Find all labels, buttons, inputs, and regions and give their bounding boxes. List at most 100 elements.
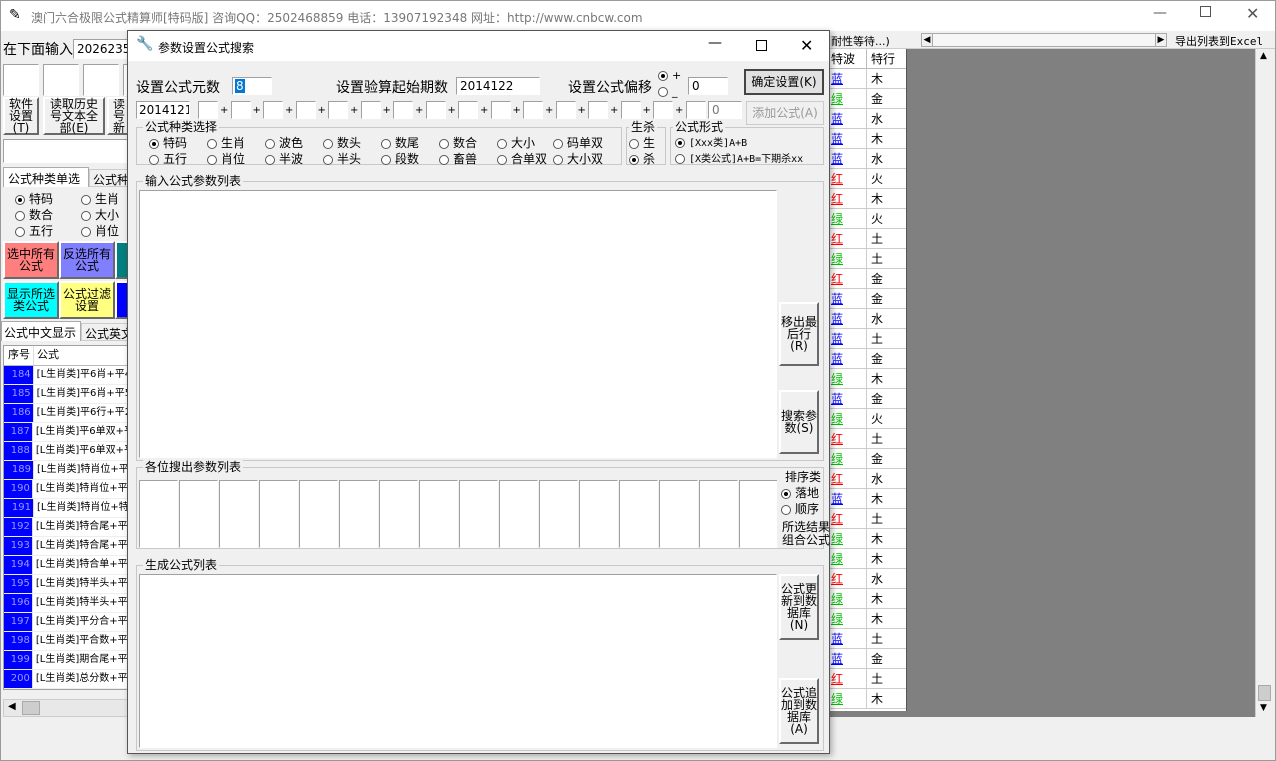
table-row[interactable]: 196 [L生肖类]特半头+平2	[4, 594, 130, 613]
left-hscrollbar[interactable]: ◀	[3, 699, 131, 717]
export-excel-button[interactable]: 导出列表到Excel	[1175, 33, 1263, 49]
move-out-last-button[interactable]: 移出最后行(R)	[779, 302, 819, 366]
tab-chinese-display[interactable]: 公式中文显示	[1, 321, 81, 341]
param-input[interactable]	[230, 101, 251, 119]
radio-wuxing[interactable]: 五行	[15, 223, 53, 239]
table-row[interactable]: 198 [L生肖类]平合数+平1	[4, 632, 130, 651]
result-column[interactable]	[219, 480, 258, 548]
table-row[interactable]: 197 [L生肖类]平分合+平3	[4, 613, 130, 632]
software-settings-button[interactable]: 软件设置(T)	[3, 97, 39, 135]
table-row[interactable]: 194 [L生肖类]特合单+平1	[4, 556, 130, 575]
table-row[interactable]: 192 [L生肖类]特合尾+平3	[4, 518, 130, 537]
param-input[interactable]	[620, 101, 641, 119]
type-option[interactable]: 数合	[439, 134, 477, 151]
result-row[interactable]: 绿金	[827, 89, 906, 109]
result-column[interactable]	[619, 480, 658, 548]
result-row[interactable]: 绿木	[827, 529, 906, 549]
type-option[interactable]: 大小双	[553, 150, 603, 167]
result-row[interactable]: 红木	[827, 189, 906, 209]
result-row[interactable]: 绿木	[827, 589, 906, 609]
tab-type-single[interactable]: 公式种类单选	[3, 167, 89, 187]
result-row[interactable]: 蓝木	[827, 69, 906, 89]
radio-form-2[interactable]: [X类公式]A+B=下期杀xx	[675, 150, 803, 165]
param-input[interactable]	[198, 101, 218, 119]
input-params-list[interactable]	[139, 190, 777, 458]
header-num[interactable]: 序号	[4, 346, 34, 365]
close-icon[interactable]: ✕	[1246, 4, 1259, 23]
radio-sha[interactable]: 杀	[629, 150, 655, 167]
result-row[interactable]: 蓝金	[827, 389, 906, 409]
dialog-minimize-icon[interactable]: —	[708, 35, 722, 51]
table-row[interactable]: 186 [L生肖类]平6行+平2	[4, 404, 130, 423]
param-input[interactable]	[458, 101, 478, 119]
table-row[interactable]: 193 [L生肖类]特合尾+平4	[4, 537, 130, 556]
table-row[interactable]: 191 [L生肖类]特肖位+特	[4, 499, 130, 518]
type-option[interactable]: 半头	[323, 150, 361, 167]
search-params-button[interactable]: 搜索参数(S)	[779, 390, 819, 454]
radio-form-1[interactable]: [Xxx类]A+B	[675, 134, 747, 149]
right-scroll-track[interactable]	[933, 33, 1155, 47]
param-input[interactable]	[653, 101, 673, 119]
row2-first-input[interactable]: 2014121	[136, 101, 190, 119]
result-row[interactable]: 红水	[827, 469, 906, 489]
table-row[interactable]: 187 [L生肖类]平6单双+平	[4, 423, 130, 442]
result-row[interactable]: 绿土	[827, 249, 906, 269]
pianyi-minus-radio[interactable]: _	[658, 85, 678, 98]
result-column[interactable]	[499, 480, 538, 548]
right-scroll-right-btn[interactable]: ▶	[1155, 33, 1167, 47]
filter-settings-button[interactable]: 公式过滤设置	[59, 281, 115, 319]
result-row[interactable]: 红土	[827, 509, 906, 529]
table-row[interactable]: 190 [L生肖类]特肖位+平6	[4, 480, 130, 499]
result-row[interactable]: 绿金	[827, 449, 906, 469]
pianyi-input[interactable]: 0	[688, 77, 728, 95]
scroll-down-icon[interactable]: ▼	[1260, 703, 1267, 713]
result-row[interactable]: 红土	[827, 229, 906, 249]
combine-selected-button[interactable]: 所选结果组合公式	[781, 520, 831, 548]
maximize-icon[interactable]	[1200, 6, 1211, 17]
type-option[interactable]: 半波	[265, 150, 303, 167]
result-row[interactable]: 红金	[827, 269, 906, 289]
result-column[interactable]	[179, 480, 218, 548]
result-column[interactable]	[739, 480, 777, 548]
result-row[interactable]: 绿木	[827, 549, 906, 569]
row2-last-input[interactable]: 0	[708, 101, 742, 119]
header-tebo[interactable]: 特波	[827, 49, 867, 68]
param-input[interactable]	[523, 101, 543, 119]
radio-shuhe[interactable]: 数合	[15, 207, 53, 223]
left-box-1[interactable]	[3, 64, 39, 96]
result-row[interactable]: 蓝木	[827, 129, 906, 149]
minimize-icon[interactable]: —	[1153, 5, 1167, 21]
type-option[interactable]: 数尾	[381, 134, 419, 151]
table-row[interactable]: 200 [L生肖类]总分数+平2	[4, 670, 130, 689]
period-input[interactable]: 2026235	[73, 39, 133, 59]
radio-daxiao[interactable]: 大小	[81, 207, 119, 223]
dialog-close-icon[interactable]: ✕	[800, 36, 813, 55]
result-row[interactable]: 红土	[827, 669, 906, 689]
type-option[interactable]: 数头	[323, 134, 361, 151]
result-row[interactable]: 蓝金	[827, 649, 906, 669]
radio-sort-landi[interactable]: 落地	[781, 484, 819, 501]
param-input[interactable]	[295, 101, 316, 119]
result-column[interactable]	[419, 480, 458, 548]
result-column[interactable]	[259, 480, 298, 548]
radio-temai[interactable]: 特码	[15, 191, 53, 207]
type-option[interactable]: 合单双	[497, 150, 547, 167]
result-column[interactable]	[579, 480, 618, 548]
result-row[interactable]: 绿火	[827, 409, 906, 429]
result-row[interactable]: 蓝木	[827, 489, 906, 509]
select-all-button[interactable]: 选中所有公式	[3, 241, 59, 279]
result-row[interactable]: 绿木	[827, 369, 906, 389]
result-row[interactable]: 绿木	[827, 689, 906, 709]
confirm-settings-button[interactable]: 确定设置(K)	[744, 69, 824, 95]
radio-sheng[interactable]: 生	[629, 134, 655, 151]
result-row[interactable]: 红土	[827, 429, 906, 449]
param-input[interactable]	[555, 101, 576, 119]
result-row[interactable]: 蓝水	[827, 309, 906, 329]
type-option[interactable]: 特码	[149, 134, 187, 151]
type-option[interactable]: 段数	[381, 150, 419, 167]
result-row[interactable]: 蓝水	[827, 149, 906, 169]
type-option[interactable]: 大小	[497, 134, 535, 151]
dialog-maximize-icon[interactable]	[756, 40, 767, 51]
show-selected-button[interactable]: 显示所选类公式	[3, 281, 59, 319]
scroll-left-icon[interactable]: ◀	[8, 701, 16, 712]
